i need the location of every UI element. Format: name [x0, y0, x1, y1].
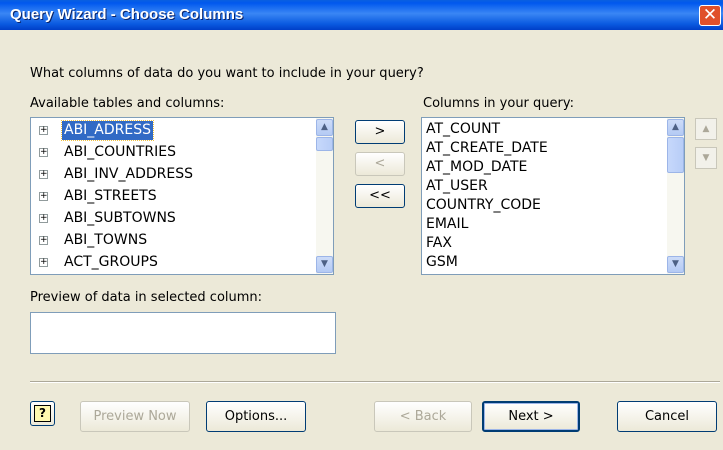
query-columns-label: Columns in your query:: [423, 96, 574, 111]
table-name: ABI_INV_ADDRESS: [64, 166, 193, 182]
available-list[interactable]: + ACT_GROUPS + ABI_TOWNS + ABI_SUBTOWNS + ABI_S…: [30, 117, 334, 275]
query-column-item[interactable]: AT_COUNT: [426, 120, 500, 139]
table-name: ACT_GROUPS: [64, 254, 158, 270]
cancel-button[interactable]: Cancel: [617, 401, 717, 432]
available-label: Available tables and columns:: [30, 96, 225, 111]
expand-icon[interactable]: +: [39, 214, 48, 223]
help-icon[interactable]: ?: [34, 405, 51, 422]
query-column-item[interactable]: AT_USER: [426, 177, 488, 196]
add-column-button[interactable]: >: [355, 120, 405, 144]
scroll-down-button[interactable]: ▼: [316, 256, 333, 273]
preview-field[interactable]: [30, 312, 336, 354]
preview-now-button[interactable]: Preview Now: [80, 401, 190, 432]
available-scrollbar[interactable]: ▲ ▼: [316, 118, 333, 274]
query-column-item[interactable]: MOBILE: [426, 272, 479, 274]
scroll-up-button[interactable]: ▲: [316, 119, 333, 136]
scroll-thumb[interactable]: [316, 137, 333, 151]
preview-label: Preview of data in selected column:: [30, 290, 263, 305]
query-column-item[interactable]: EMAIL: [426, 215, 468, 234]
expand-icon[interactable]: +: [39, 258, 48, 267]
expand-icon[interactable]: +: [39, 148, 48, 157]
move-down-button[interactable]: ▼: [695, 147, 717, 169]
remove-all-button[interactable]: <<: [355, 184, 405, 208]
back-button[interactable]: < Back: [374, 401, 472, 432]
table-name: ABI_SUBTOWNS: [64, 210, 176, 226]
query-column-item[interactable]: FAX: [426, 234, 452, 253]
query-scrollbar[interactable]: ▲ ▼: [667, 118, 684, 274]
move-up-button[interactable]: ▲: [695, 118, 717, 140]
query-column-item[interactable]: COUNTRY_CODE: [426, 196, 541, 215]
expand-icon[interactable]: +: [39, 192, 48, 201]
expand-icon[interactable]: +: [39, 170, 48, 179]
remove-column-button[interactable]: <: [355, 152, 405, 176]
prompt-text: What columns of data do you want to incl…: [30, 66, 424, 81]
separator: [30, 381, 720, 383]
close-button[interactable]: ✕: [699, 5, 721, 26]
query-column-item[interactable]: AT_CREATE_DATE: [426, 139, 548, 158]
query-column-item[interactable]: GSM: [426, 253, 458, 272]
scroll-thumb[interactable]: [667, 137, 684, 173]
table-name: ABI_TOWNS: [64, 232, 148, 248]
query-column-item[interactable]: AT_MOD_DATE: [426, 158, 527, 177]
options-button[interactable]: Options...: [206, 401, 306, 432]
window-title: Query Wizard - Choose Columns: [10, 6, 244, 23]
table-name: ABI_STREETS: [64, 188, 157, 204]
expand-icon[interactable]: +: [39, 236, 48, 245]
scroll-up-button[interactable]: ▲: [667, 119, 684, 136]
table-name: ABI_ADRESS: [60, 120, 155, 141]
scroll-down-button[interactable]: ▼: [667, 256, 684, 273]
table-name: ABI_COUNTRIES: [64, 144, 176, 160]
next-button[interactable]: Next >: [482, 401, 580, 432]
title-bar: Query Wizard - Choose Columns ✕: [0, 0, 723, 30]
expand-icon[interactable]: +: [39, 126, 48, 135]
query-columns-list[interactable]: MOBILEGSMFAXEMAILCOUNTRY_CODEAT_USERAT_M…: [421, 117, 685, 275]
